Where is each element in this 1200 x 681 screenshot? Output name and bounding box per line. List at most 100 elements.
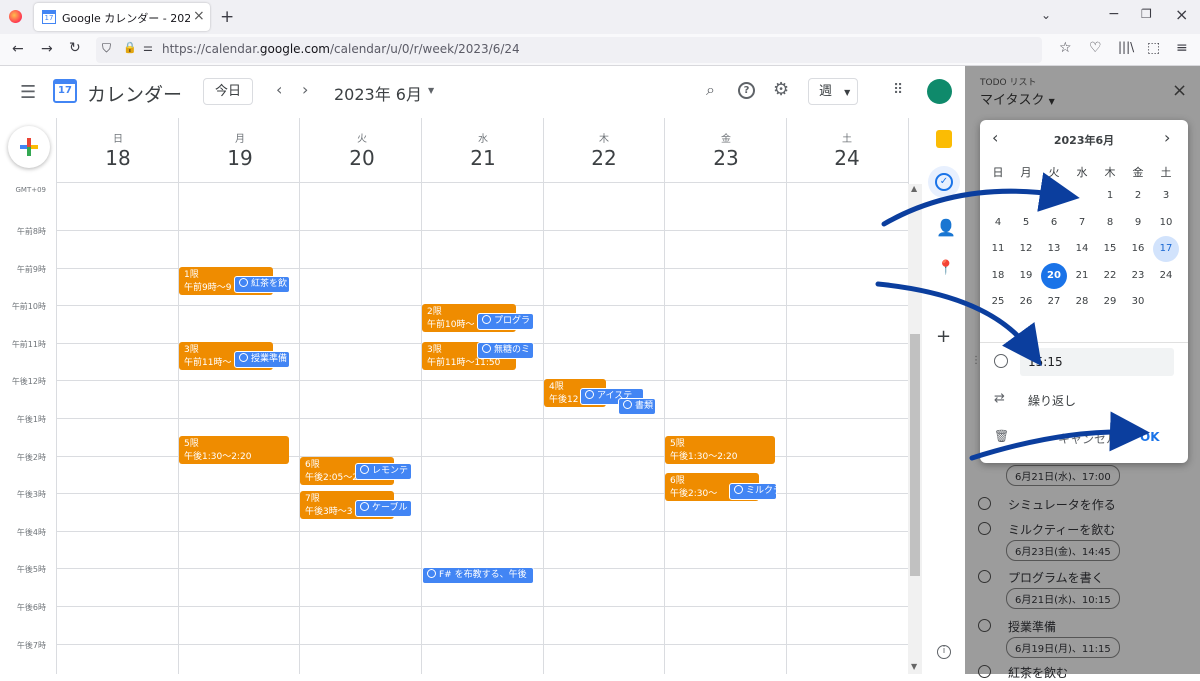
- day-number[interactable]: 18: [88, 146, 148, 170]
- close-window-icon[interactable]: ×: [1175, 5, 1188, 24]
- picker-date-cell[interactable]: 30: [1125, 289, 1151, 315]
- contacts-icon[interactable]: 👤: [936, 218, 956, 237]
- day-number[interactable]: 24: [817, 146, 877, 170]
- task-complete-circle-icon[interactable]: [978, 497, 991, 510]
- firefox-icon[interactable]: [9, 10, 22, 23]
- restore-icon[interactable]: ❐: [1141, 7, 1152, 21]
- picker-date-cell[interactable]: 18: [985, 263, 1011, 289]
- calendar-task[interactable]: 無糖のミ: [477, 342, 534, 359]
- picker-date-cell[interactable]: 26: [1013, 289, 1039, 315]
- picker-date-cell[interactable]: 25: [985, 289, 1011, 315]
- period-dropdown-icon[interactable]: ▼: [428, 86, 434, 95]
- apps-grid-icon[interactable]: ⠿: [893, 82, 903, 98]
- keep-icon[interactable]: [936, 130, 952, 148]
- shield-icon[interactable]: ⛉: [102, 41, 111, 56]
- calendar-task[interactable]: 書類: [618, 398, 656, 415]
- scroll-up-icon[interactable]: ▲: [911, 184, 917, 193]
- forward-icon[interactable]: →: [41, 41, 53, 57]
- picker-date-cell[interactable]: 10: [1153, 210, 1179, 236]
- ok-button[interactable]: OK: [1140, 430, 1160, 444]
- day-number[interactable]: 21: [453, 146, 513, 170]
- close-tab-icon[interactable]: ×: [193, 8, 205, 24]
- day-number[interactable]: 19: [210, 146, 270, 170]
- tab-list-icon[interactable]: ⌄: [1041, 8, 1051, 22]
- picker-date-cell[interactable]: 11: [985, 236, 1011, 262]
- task-date-chip[interactable]: 6月21日(水)、17:00: [1006, 465, 1120, 486]
- picker-date-cell[interactable]: 28: [1069, 289, 1095, 315]
- calendar-task[interactable]: 授業準備: [234, 351, 290, 368]
- picker-date-cell[interactable]: 22: [1097, 263, 1123, 289]
- picker-date-cell[interactable]: 3: [1153, 183, 1179, 209]
- picker-date-cell[interactable]: 21: [1069, 263, 1095, 289]
- picker-date-cell[interactable]: 1: [1097, 183, 1123, 209]
- task-date-chip[interactable]: 6月19日(月)、11:15: [1006, 637, 1120, 658]
- picker-date-cell[interactable]: 12: [1013, 236, 1039, 262]
- bookmark-star-icon[interactable]: ☆: [1059, 40, 1072, 56]
- picker-date-cell[interactable]: 27: [1041, 289, 1067, 315]
- task-complete-circle-icon[interactable]: [978, 665, 991, 678]
- extensions-icon[interactable]: ⬚: [1147, 40, 1160, 56]
- calendar-task[interactable]: ミルクテ: [729, 483, 777, 500]
- scrollbar-thumb[interactable]: [910, 334, 920, 576]
- calendar-task[interactable]: F# を布教する、午後: [422, 567, 534, 584]
- lock-icon[interactable]: 🔒: [123, 41, 137, 54]
- task-complete-circle-icon[interactable]: [978, 619, 991, 632]
- tasks-icon[interactable]: ✓: [928, 166, 960, 198]
- repeat-option[interactable]: 繰り返し: [1028, 392, 1076, 409]
- help-icon[interactable]: ?: [738, 82, 755, 99]
- task-complete-circle-icon[interactable]: [978, 522, 991, 535]
- task-complete-circle-icon[interactable]: [978, 570, 991, 583]
- day-number[interactable]: 22: [574, 146, 634, 170]
- settings-gear-icon[interactable]: ⚙: [773, 79, 789, 100]
- task-list-selector[interactable]: マイタスク ▼: [980, 89, 1055, 108]
- search-icon[interactable]: ⌕: [706, 80, 715, 100]
- picker-date-cell[interactable]: 5: [1013, 210, 1039, 236]
- day-number[interactable]: 20: [332, 146, 392, 170]
- menu-icon[interactable]: ≡: [1176, 40, 1188, 56]
- create-button[interactable]: [8, 126, 50, 168]
- avatar[interactable]: [927, 79, 952, 104]
- minimize-icon[interactable]: −: [1108, 6, 1120, 22]
- scroll-down-icon[interactable]: ▼: [911, 662, 917, 671]
- delete-icon[interactable]: 🗑: [994, 429, 1009, 443]
- picker-date-cell[interactable]: 2: [1125, 183, 1151, 209]
- new-tab-icon[interactable]: +: [220, 7, 234, 27]
- next-month-icon[interactable]: ›: [1164, 128, 1170, 147]
- address-bar[interactable]: ⛉ 🔒 ⚌ https://calendar.google.com/calend…: [96, 37, 1042, 63]
- close-panel-icon[interactable]: ×: [1172, 80, 1187, 101]
- maps-icon[interactable]: 📍: [937, 260, 954, 276]
- permissions-icon[interactable]: ⚌: [143, 41, 153, 54]
- calendar-task[interactable]: プログラ: [477, 313, 534, 330]
- picker-date-cell[interactable]: 7: [1069, 210, 1095, 236]
- add-addon-icon[interactable]: +: [936, 326, 951, 347]
- browser-tab[interactable]: 17 Google カレンダー - 2023年 6月 1 ×: [34, 3, 210, 31]
- picker-date-cell[interactable]: 14: [1069, 236, 1095, 262]
- picker-date-cell[interactable]: 24: [1153, 263, 1179, 289]
- library-icon[interactable]: |||\: [1118, 40, 1134, 54]
- picker-date-cell[interactable]: 19: [1013, 263, 1039, 289]
- picker-date-cell[interactable]: 20: [1041, 262, 1067, 289]
- prev-week-icon[interactable]: ‹: [276, 80, 282, 99]
- calendar-task[interactable]: 紅茶を飲: [234, 276, 290, 293]
- day-number[interactable]: 23: [696, 146, 756, 170]
- picker-date-cell[interactable]: 15: [1097, 236, 1123, 262]
- picker-date-cell[interactable]: 16: [1125, 236, 1151, 262]
- calendar-event[interactable]: 5限 午後1:30～2:20: [179, 436, 289, 464]
- time-input[interactable]: 15:15: [1020, 348, 1174, 376]
- next-week-icon[interactable]: ›: [302, 80, 308, 99]
- reload-icon[interactable]: ↻: [69, 40, 81, 56]
- picker-date-cell[interactable]: 4: [985, 210, 1011, 236]
- pocket-icon[interactable]: ♡: [1089, 40, 1102, 56]
- scrollbar[interactable]: ▲ ▼: [908, 184, 922, 674]
- view-select[interactable]: 週 ▼: [808, 78, 858, 105]
- picker-date-cell[interactable]: 9: [1125, 210, 1151, 236]
- info-icon[interactable]: i: [937, 645, 951, 659]
- picker-date-cell[interactable]: 17: [1153, 236, 1179, 262]
- cancel-button[interactable]: キャンセル: [1058, 430, 1118, 447]
- picker-date-cell[interactable]: 8: [1097, 210, 1123, 236]
- calendar-task[interactable]: ケーブル: [355, 500, 412, 517]
- picker-date-cell[interactable]: 13: [1041, 236, 1067, 262]
- picker-date-cell[interactable]: 23: [1125, 263, 1151, 289]
- back-icon[interactable]: ←: [12, 41, 24, 57]
- today-button[interactable]: 今日: [203, 78, 253, 105]
